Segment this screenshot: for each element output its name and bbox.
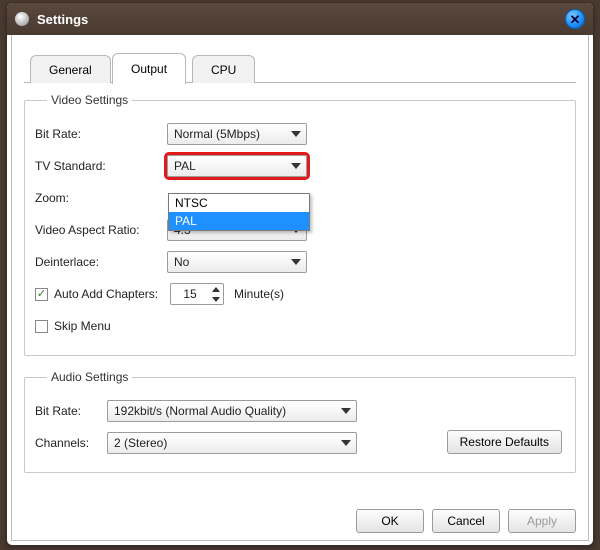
audio-settings-group: Audio Settings Bit Rate: 192kbit/s (Norm… (24, 370, 576, 473)
tv-standard-dropdown: NTSC PAL (168, 193, 310, 231)
dialog-footer: OK Cancel Apply (12, 502, 588, 540)
auto-add-chapters-value: 15 (171, 287, 209, 301)
ok-label: OK (381, 514, 398, 528)
close-button[interactable]: ✕ (565, 9, 585, 29)
window-title: Settings (37, 12, 565, 27)
output-panel: Video Settings Bit Rate: Normal (5Mbps) … (24, 83, 576, 500)
audio-channels-value: 2 (Stereo) (114, 436, 167, 450)
auto-add-chapters-spinner[interactable]: 15 (170, 283, 224, 305)
dialog-body: General Output CPU Video Settings Bit Ra… (11, 35, 589, 541)
cancel-button[interactable]: Cancel (432, 509, 500, 533)
audio-bitrate-label: Bit Rate: (35, 404, 107, 418)
tab-bar: General Output CPU (24, 49, 576, 83)
chevron-down-icon (291, 131, 301, 137)
deinterlace-select[interactable]: No (167, 251, 307, 273)
video-bitrate-label: Bit Rate: (35, 127, 167, 141)
tab-output-label: Output (131, 62, 167, 76)
audio-channels-select[interactable]: 2 (Stereo) (107, 432, 357, 454)
skip-menu-checkbox[interactable] (35, 320, 48, 333)
chevron-down-icon (291, 259, 301, 265)
skip-menu-label: Skip Menu (54, 319, 111, 333)
deinterlace-value: No (174, 255, 189, 269)
chevron-down-icon (341, 408, 351, 414)
chevron-down-icon (291, 163, 301, 169)
tab-cpu-label: CPU (211, 63, 236, 77)
auto-add-chapters-label: Auto Add Chapters: (54, 287, 170, 301)
tab-output[interactable]: Output (112, 53, 186, 84)
tab-general[interactable]: General (30, 55, 111, 83)
tab-cpu[interactable]: CPU (192, 55, 255, 83)
spinner-up-icon[interactable] (209, 284, 223, 294)
tv-standard-value: PAL (174, 159, 196, 173)
tv-standard-option-ntsc[interactable]: NTSC (169, 194, 309, 212)
restore-defaults-button[interactable]: Restore Defaults (447, 430, 562, 454)
audio-settings-legend: Audio Settings (47, 370, 132, 384)
deinterlace-label: Deinterlace: (35, 255, 167, 269)
auto-add-chapters-unit: Minute(s) (234, 287, 284, 301)
tv-standard-label: TV Standard: (35, 159, 167, 173)
apply-label: Apply (527, 514, 557, 528)
video-settings-legend: Video Settings (47, 93, 132, 107)
settings-window: Settings ✕ General Output CPU Video Sett… (6, 2, 594, 546)
audio-bitrate-value: 192kbit/s (Normal Audio Quality) (114, 404, 286, 418)
audio-channels-label: Channels: (35, 436, 107, 450)
restore-defaults-label: Restore Defaults (460, 435, 549, 449)
spinner-down-icon[interactable] (209, 294, 223, 304)
video-bitrate-select[interactable]: Normal (5Mbps) (167, 123, 307, 145)
tv-standard-select[interactable]: PAL (167, 155, 307, 177)
audio-bitrate-select[interactable]: 192kbit/s (Normal Audio Quality) (107, 400, 357, 422)
titlebar: Settings ✕ (7, 3, 593, 35)
ok-button[interactable]: OK (356, 509, 424, 533)
chevron-down-icon (341, 440, 351, 446)
video-settings-group: Video Settings Bit Rate: Normal (5Mbps) … (24, 93, 576, 356)
auto-add-chapters-checkbox[interactable] (35, 288, 48, 301)
cancel-label: Cancel (447, 514, 484, 528)
app-icon (15, 12, 29, 26)
tab-general-label: General (49, 63, 92, 77)
apply-button[interactable]: Apply (508, 509, 576, 533)
aspect-ratio-label: Video Aspect Ratio: (35, 223, 167, 237)
tv-standard-option-pal[interactable]: PAL (169, 212, 309, 230)
zoom-label: Zoom: (35, 191, 167, 205)
video-bitrate-value: Normal (5Mbps) (174, 127, 260, 141)
